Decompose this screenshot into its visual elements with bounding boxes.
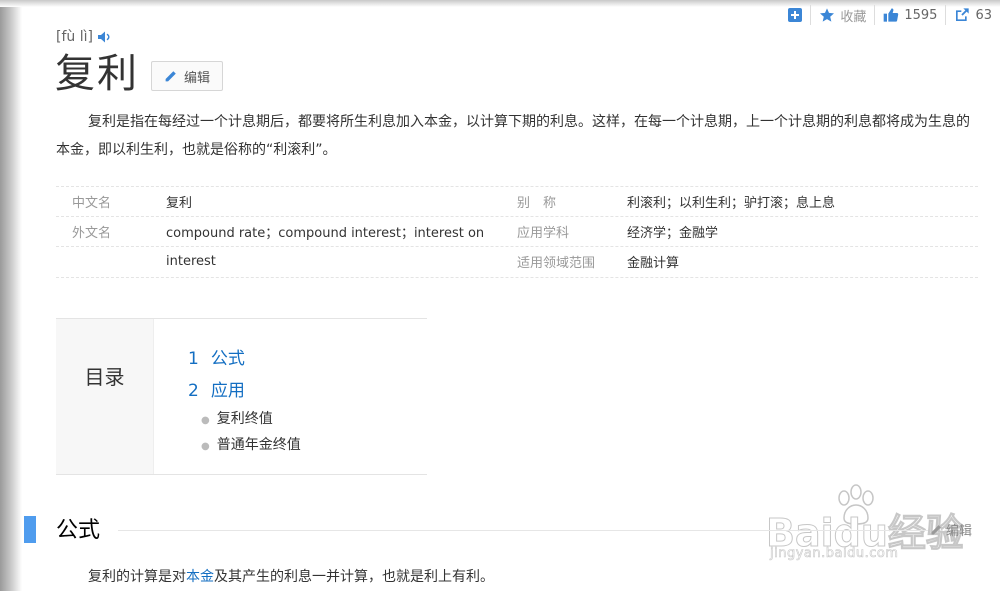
toc-subitem-annuity-final-value[interactable]: ● 普通年金终值 <box>188 433 301 459</box>
toc-subitem-label: 普通年金终值 <box>216 437 301 453</box>
paragraph-text: 复利的计算是对 <box>88 569 186 585</box>
info-value: 金融计算 <box>627 256 680 272</box>
info-row: 中文名 复利 别 称 利滚利；以利生利；驴打滚；息上息 <box>56 186 978 217</box>
edit-label: 编辑 <box>183 70 210 86</box>
section-title: 公式 <box>56 518 101 543</box>
toc-subitem-label: 复利终值 <box>216 411 273 427</box>
like-count: 1595 <box>904 7 938 23</box>
star-icon <box>820 8 835 22</box>
info-key: 外文名 <box>72 225 112 241</box>
toc-item-number: 1 <box>188 349 199 369</box>
add-button[interactable] <box>780 5 810 25</box>
info-value: interest <box>166 254 216 270</box>
pencil-icon <box>165 70 176 81</box>
pinyin-text: [fù lì] <box>56 29 93 45</box>
plus-square-icon <box>788 8 803 22</box>
toc-title: 目录 <box>56 319 154 474</box>
bullet-icon: ● <box>201 415 210 426</box>
section-divider <box>118 530 928 531</box>
pencil-icon <box>931 524 941 534</box>
pinyin-row: [fù lì] <box>56 29 112 45</box>
info-value: 复利 <box>166 195 193 211</box>
share-icon <box>956 8 970 21</box>
favorite-label: 收藏 <box>840 9 867 25</box>
page-title: 复利 <box>55 51 139 97</box>
section-marker <box>24 516 36 543</box>
info-key: 适用领域范围 <box>517 256 596 272</box>
thumbs-up-icon <box>884 8 899 22</box>
speaker-icon[interactable] <box>97 31 112 43</box>
info-key: 别 称 <box>517 195 557 211</box>
info-value: 经济学；金融学 <box>627 225 719 241</box>
info-row: 外文名 compound rate；compound interest；inte… <box>56 217 978 247</box>
like-button[interactable]: 1595 <box>874 5 945 25</box>
toc-item-application[interactable]: 2 应用 <box>188 375 301 407</box>
info-value: 利滚利；以利生利；驴打滚；息上息 <box>627 195 836 211</box>
share-button[interactable]: 63 <box>945 5 1000 25</box>
toc-list: 1 公式 2 应用 ● 复利终值 ● 普通年金终值 <box>154 319 301 474</box>
toc-subitem-compound-final-value[interactable]: ● 复利终值 <box>188 407 301 433</box>
top-toolbar: 收藏 1595 63 <box>780 4 1000 26</box>
summary-paragraph: 复利是指在每经过一个计息期后，都要将所生利息加入本金，以计算下期的利息。这样，在… <box>56 114 970 158</box>
info-key: 应用学科 <box>517 225 570 241</box>
basic-info-table: 中文名 复利 别 称 利滚利；以利生利；驴打滚；息上息 外文名 compound… <box>56 186 978 278</box>
section-paragraph: 复利的计算是对本金及其产生的利息一并计算，也就是利上有利。 <box>88 564 494 590</box>
paragraph-text: 及其产生的利息一并计算，也就是利上有利。 <box>214 569 494 585</box>
table-of-contents: 目录 1 公式 2 应用 ● 复利终值 ● 普通年金终值 <box>56 318 427 475</box>
toc-item-label: 应用 <box>210 381 245 401</box>
toc-item-formula[interactable]: 1 公式 <box>188 343 301 375</box>
section-edit-button[interactable]: 编辑 <box>930 520 972 539</box>
share-count: 63 <box>975 7 992 23</box>
bullet-icon: ● <box>201 441 210 452</box>
left-edge-shadow <box>0 0 22 591</box>
toc-item-number: 2 <box>188 381 199 401</box>
edit-button[interactable]: 编辑 <box>151 61 223 91</box>
info-key: 中文名 <box>72 195 112 211</box>
info-value: compound rate；compound interest；interest… <box>166 225 485 241</box>
info-row: interest 适用领域范围 金融计算 <box>56 247 978 278</box>
favorite-button[interactable]: 收藏 <box>810 5 874 25</box>
section-edit-label: 编辑 <box>946 524 973 539</box>
toc-item-label: 公式 <box>210 349 245 369</box>
watermark-url: jingyan.baidu.com <box>770 546 899 562</box>
principal-link[interactable]: 本金 <box>186 569 214 585</box>
